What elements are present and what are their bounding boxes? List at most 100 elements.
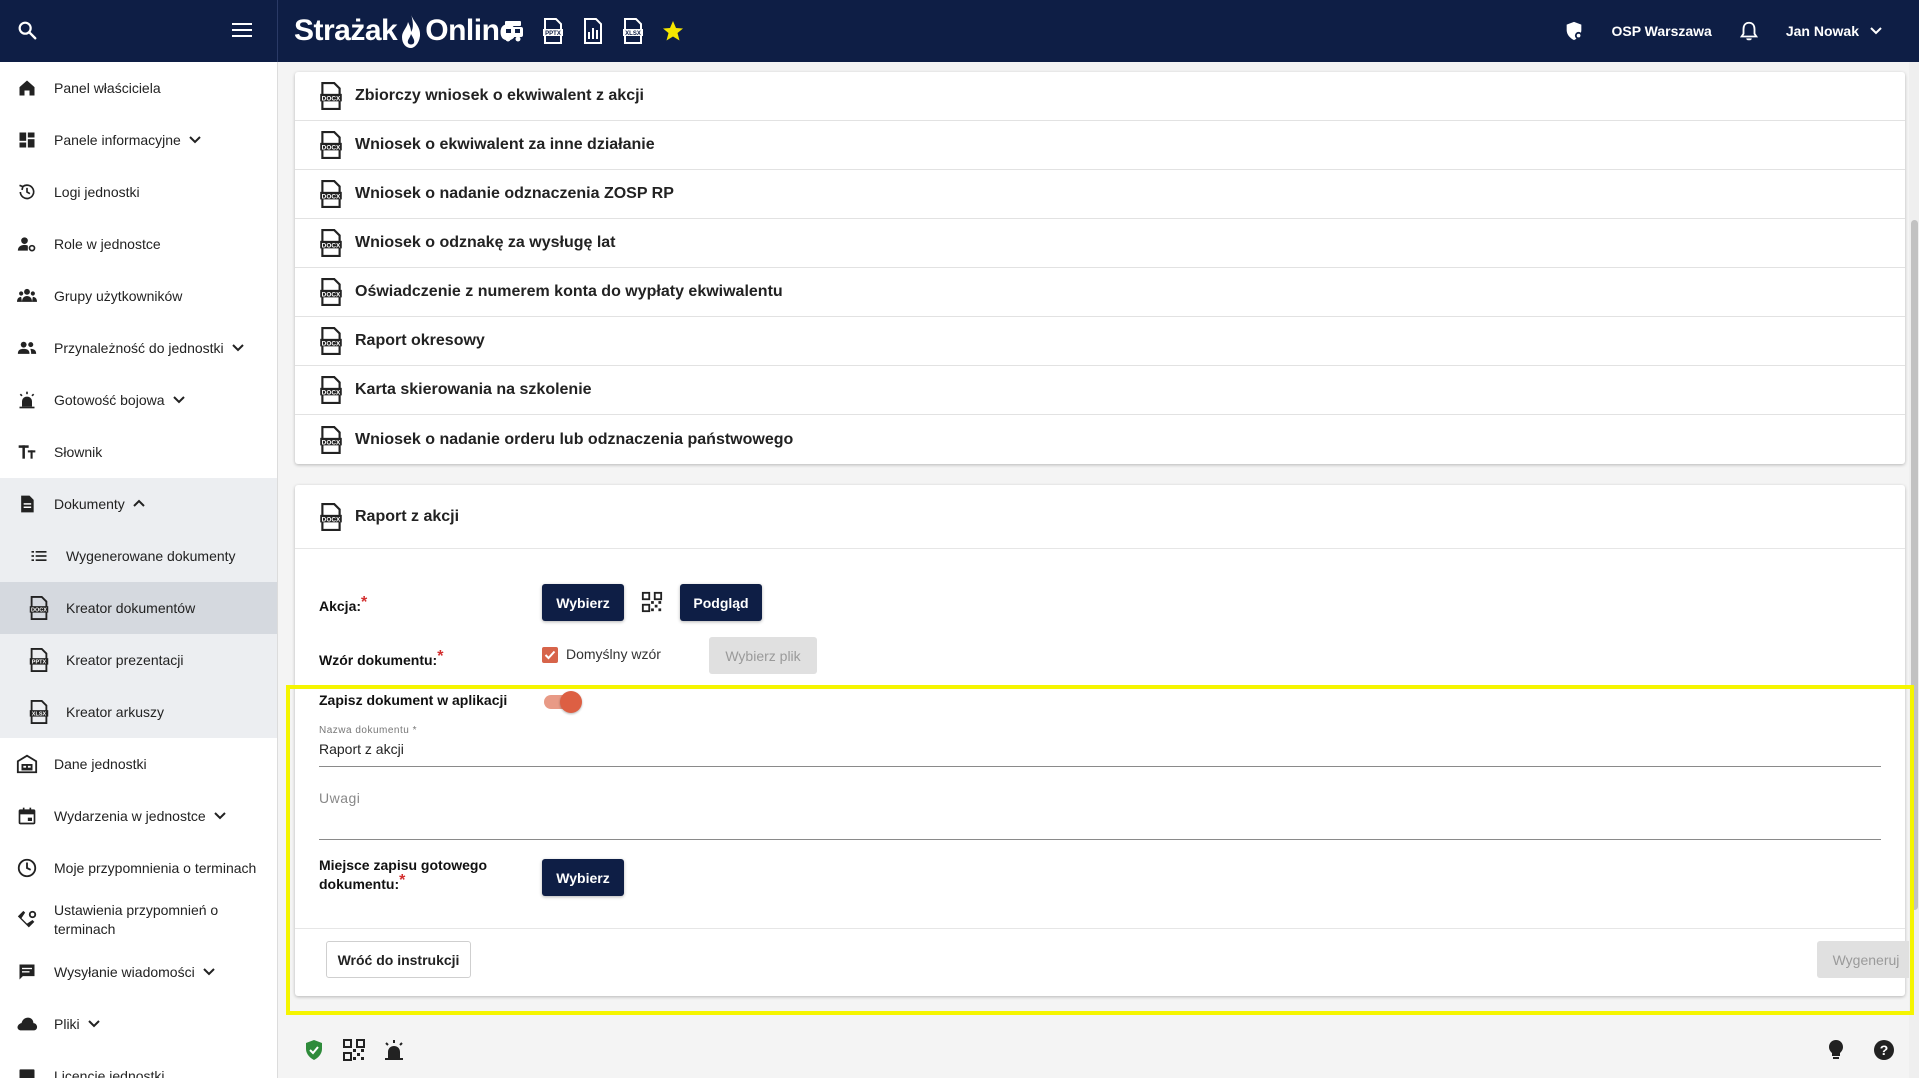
sidebar-item-label: Grupy użytkowników <box>54 287 183 304</box>
list-item[interactable]: DOCX Wniosek o nadanie orderu lub odznac… <box>295 415 1905 464</box>
bell-icon[interactable] <box>1738 20 1760 42</box>
chevron-down-icon[interactable] <box>1867 22 1885 40</box>
sidebar-item-kreator-dokumentow[interactable]: DOCX Kreator dokumentów <box>0 582 277 634</box>
sidebar-item-dane-jednostki[interactable]: Dane jednostki <box>0 738 277 790</box>
sidebar-item-wysylanie-wiadomosci[interactable]: Wysyłanie wiadomości <box>0 946 277 998</box>
scrollbar-thumb[interactable] <box>1911 220 1918 910</box>
chevron-down-icon <box>231 344 244 352</box>
qr-code-icon[interactable] <box>641 591 663 613</box>
select-action-button[interactable]: Wybierz <box>542 584 624 621</box>
docx-icon: DOCX <box>320 278 342 306</box>
back-to-instructions-button[interactable]: Wróć do instrukcji <box>326 941 471 978</box>
pptx-file-icon[interactable]: PPTX <box>540 16 566 46</box>
chevron-down-icon <box>87 1020 100 1028</box>
sidebar-item-pliki[interactable]: Pliki <box>0 998 277 1050</box>
shield-check-icon[interactable] <box>302 1038 326 1062</box>
main-scrollbar[interactable] <box>1909 62 1919 1078</box>
qr-code-icon[interactable] <box>342 1038 366 1062</box>
list-item[interactable]: DOCX Karta skierowania na szkolenie <box>295 366 1905 415</box>
sidebar-item-slownik[interactable]: Słownik <box>0 426 277 478</box>
shield-settings-icon[interactable] <box>1563 20 1585 42</box>
sidebar-item-moje-przypomnienia[interactable]: Moje przypomnienia o terminach <box>0 842 277 894</box>
sidebar: Panel właściciela Panele informacyjne Lo… <box>0 62 278 1078</box>
save-location-label-line2-wrap: dokumentu:* <box>319 872 487 894</box>
sidebar-item-wydarzenia[interactable]: Wydarzenia w jednostce <box>0 790 277 842</box>
xlsx-file-icon[interactable]: XLSX <box>620 16 646 46</box>
svg-text:DOCX: DOCX <box>322 389 341 396</box>
chevron-down-icon <box>172 396 185 404</box>
bottom-toolbar: ? <box>278 1030 1919 1070</box>
preview-button[interactable]: Podgląd <box>680 584 762 621</box>
cloud-icon <box>16 1013 38 1035</box>
sidebar-item-gotowosc-bojowa[interactable]: Gotowość bojowa <box>0 374 277 426</box>
docx-icon: DOCX <box>320 425 342 454</box>
alarm-light-icon[interactable] <box>382 1038 406 1062</box>
sidebar-item-przynaleznosc[interactable]: Przynależność do jednostki <box>0 322 277 374</box>
groups-icon <box>16 285 38 307</box>
docx-icon: DOCX <box>320 376 342 404</box>
list-item[interactable]: DOCX Wniosek o odznakę za wysługę lat <box>295 219 1905 268</box>
chevron-down-icon <box>213 812 226 820</box>
report-icon[interactable] <box>580 16 606 46</box>
sidebar-item-wygenerowane-dokumenty[interactable]: Wygenerowane dokumenty <box>0 530 277 582</box>
sidebar-item-logi-jednostki[interactable]: Logi jednostki <box>0 166 277 218</box>
document-name-field[interactable]: Raport z akcji <box>319 741 404 757</box>
svg-text:DOCX: DOCX <box>322 193 341 200</box>
sidebar-item-label: Role w jednostce <box>54 235 161 252</box>
sidebar-item-licencje[interactable]: Licencje jednostki <box>0 1050 277 1078</box>
fire-truck-icon[interactable] <box>500 16 526 46</box>
sidebar-item-grupy-uzytkownikow[interactable]: Grupy użytkowników <box>0 270 277 322</box>
choose-file-button[interactable]: Wybierz plik <box>709 637 817 674</box>
sidebar-item-panele-informacyjne[interactable]: Panele informacyjne <box>0 114 277 166</box>
notes-field[interactable]: Uwagi <box>319 790 360 806</box>
card-header: DOCX Raport z akcji <box>295 485 1905 549</box>
brand-logo[interactable]: Strażak Online <box>294 10 516 52</box>
document-name: Karta skierowania na szkolenie <box>355 381 592 398</box>
list-item[interactable]: DOCX Wniosek o nadanie odznaczenia ZOSP … <box>295 170 1905 219</box>
generate-button[interactable]: Wygeneruj <box>1817 941 1915 978</box>
menu-icon[interactable] <box>230 20 254 40</box>
sidebar-item-label: Logi jednostki <box>54 183 140 200</box>
main-content: DOCX Zbiorczy wniosek o ekwiwalent z akc… <box>278 62 1919 1078</box>
document-template-list: DOCX Zbiorczy wniosek o ekwiwalent z akc… <box>295 72 1905 464</box>
document-name: Raport okresowy <box>355 332 485 349</box>
sidebar-item-role-w-jednostce[interactable]: Role w jednostce <box>0 218 277 270</box>
svg-text:?: ? <box>1880 1042 1889 1058</box>
sidebar-item-label: Pliki <box>54 1015 80 1032</box>
lightbulb-icon[interactable] <box>1824 1038 1848 1062</box>
sidebar-item-ustawienia-przypomnien[interactable]: Ustawienia przypomnień o terminach <box>0 894 277 946</box>
sidebar-item-dokumenty[interactable]: Dokumenty <box>0 478 277 530</box>
list-item[interactable]: DOCX Wniosek o ekwiwalent za inne działa… <box>295 121 1905 170</box>
default-template-checkbox[interactable] <box>542 647 558 663</box>
list-item[interactable]: DOCX Raport okresowy <box>295 317 1905 366</box>
chevron-up-icon <box>133 499 145 507</box>
sidebar-item-label: Wygenerowane dokumenty <box>66 547 236 564</box>
help-icon[interactable]: ? <box>1872 1038 1896 1062</box>
sidebar-item-kreator-arkuszy[interactable]: XLSX Kreator arkuszy <box>0 686 277 738</box>
quick-actions: PPTX XLSX <box>500 16 686 46</box>
user-name[interactable]: Jan Nowak <box>1786 23 1859 39</box>
svg-text:PPTX: PPTX <box>32 660 47 666</box>
top-bar: Strażak Online PPTX XLSX OSP Warszawa Ja… <box>0 0 1919 62</box>
document-name-underline <box>319 766 1881 767</box>
list-item[interactable]: DOCX Zbiorczy wniosek o ekwiwalent z akc… <box>295 72 1905 121</box>
list-icon <box>28 545 50 567</box>
sidebar-item-kreator-prezentacji[interactable]: PPTX Kreator prezentacji <box>0 634 277 686</box>
svg-text:DOCX: DOCX <box>322 144 341 151</box>
document-name: Wniosek o nadanie odznaczenia ZOSP RP <box>355 185 674 202</box>
document-name: Wniosek o nadanie orderu lub odznaczenia… <box>355 430 794 448</box>
docx-icon: DOCX <box>320 327 342 355</box>
calendar-icon <box>16 805 38 827</box>
list-item[interactable]: DOCX Oświadczenie z numerem konta do wyp… <box>295 268 1905 317</box>
svg-text:DOCX: DOCX <box>322 95 341 102</box>
save-in-app-toggle[interactable] <box>542 690 582 713</box>
sidebar-item-label: Licencje jednostki <box>54 1067 165 1078</box>
star-icon[interactable] <box>660 16 686 46</box>
select-location-button[interactable]: Wybierz <box>542 859 624 896</box>
unit-name[interactable]: OSP Warszawa <box>1611 23 1711 39</box>
search-icon[interactable] <box>16 19 38 41</box>
document-name: Zbiorczy wniosek o ekwiwalent z akcji <box>355 87 644 104</box>
top-bar-right: OSP Warszawa Jan Nowak <box>1563 0 1919 62</box>
message-icon <box>16 961 38 983</box>
sidebar-item-panel-wlasciciela[interactable]: Panel właściciela <box>0 62 277 114</box>
